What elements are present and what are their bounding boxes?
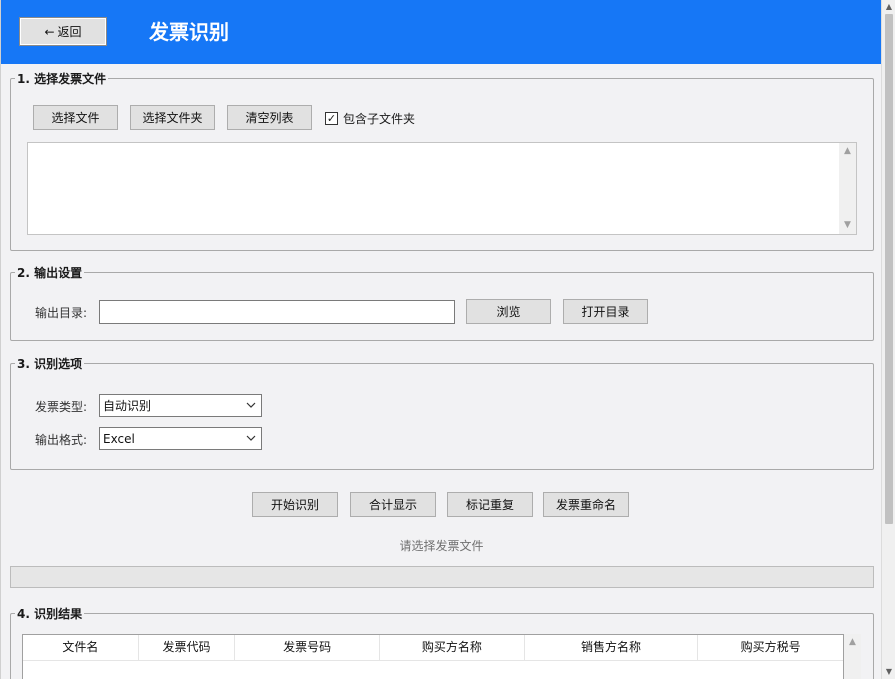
invoice-type-select[interactable]: 自动识别 xyxy=(99,394,262,417)
window-scrollbar[interactable]: ▲ ▼ xyxy=(881,0,895,679)
clear-list-button[interactable]: 清空列表 xyxy=(227,105,312,130)
results-scrollbar[interactable]: ▲ xyxy=(844,634,861,679)
progress-bar xyxy=(10,566,874,588)
results-table-header: 文件名 发票代码 发票号码 购买方名称 销售方名称 购买方税号 xyxy=(23,635,843,661)
invoice-recognition-window: ← 返回 发票识别 1. 选择发票文件 选择文件 选择文件夹 清空列表 ✓ 包含… xyxy=(0,0,881,679)
results-table[interactable]: 文件名 发票代码 发票号码 购买方名称 销售方名称 购买方税号 xyxy=(22,634,844,679)
column-header-seller-name[interactable]: 销售方名称 xyxy=(525,635,699,660)
column-header-invoice-number[interactable]: 发票号码 xyxy=(235,635,380,660)
output-format-value: Excel xyxy=(103,431,135,446)
column-header-filename[interactable]: 文件名 xyxy=(23,635,139,660)
output-format-select[interactable]: Excel xyxy=(99,427,262,450)
column-header-invoice-code[interactable]: 发票代码 xyxy=(139,635,236,660)
header-bar: ← 返回 发票识别 xyxy=(1,0,881,64)
file-selection-legend: 1. 选择发票文件 xyxy=(17,72,107,86)
chevron-down-icon xyxy=(246,435,256,441)
mark-duplicates-button[interactable]: 标记重复 xyxy=(447,492,533,517)
back-button[interactable]: ← 返回 xyxy=(19,17,107,46)
output-format-label: 输出格式: xyxy=(35,433,88,447)
back-button-label: 返回 xyxy=(57,25,82,39)
select-file-button[interactable]: 选择文件 xyxy=(33,105,118,130)
invoice-type-value: 自动识别 xyxy=(103,399,152,413)
open-dir-button[interactable]: 打开目录 xyxy=(563,299,648,324)
invoice-type-label: 发票类型: xyxy=(35,400,88,414)
output-settings-legend: 2. 输出设置 xyxy=(17,266,83,280)
column-header-buyer-tax-id[interactable]: 购买方税号 xyxy=(698,635,843,660)
column-header-buyer-name[interactable]: 购买方名称 xyxy=(380,635,525,660)
chevron-down-icon xyxy=(246,402,256,408)
scroll-down-icon[interactable]: ▼ xyxy=(882,665,895,679)
select-folder-button[interactable]: 选择文件夹 xyxy=(130,105,215,130)
output-dir-input[interactable] xyxy=(99,300,455,324)
rename-invoice-button[interactable]: 发票重命名 xyxy=(543,492,629,517)
checkbox-check-icon: ✓ xyxy=(325,112,338,125)
back-arrow-icon: ← xyxy=(44,24,55,39)
start-recognition-button[interactable]: 开始识别 xyxy=(252,492,338,517)
file-list-scrollbar[interactable]: ▲ ▼ xyxy=(839,143,856,234)
status-text: 请选择发票文件 xyxy=(399,539,484,553)
browse-button[interactable]: 浏览 xyxy=(466,299,551,324)
include-subfolders-checkbox[interactable]: ✓ 包含子文件夹 xyxy=(325,110,415,127)
file-list[interactable]: ▲ ▼ xyxy=(27,142,857,235)
scroll-up-icon[interactable]: ▲ xyxy=(839,143,856,160)
recognition-options-legend: 3. 识别选项 xyxy=(17,357,83,371)
scroll-up-icon[interactable]: ▲ xyxy=(844,634,861,651)
output-dir-label: 输出目录: xyxy=(35,306,88,320)
scroll-up-icon[interactable]: ▲ xyxy=(882,0,895,14)
page-title: 发票识别 xyxy=(149,20,229,44)
sum-display-button[interactable]: 合计显示 xyxy=(350,492,436,517)
scroll-down-icon[interactable]: ▼ xyxy=(839,217,856,234)
include-subfolders-label: 包含子文件夹 xyxy=(343,112,416,126)
scrollbar-thumb[interactable] xyxy=(885,14,893,524)
results-legend: 4. 识别结果 xyxy=(17,607,83,621)
